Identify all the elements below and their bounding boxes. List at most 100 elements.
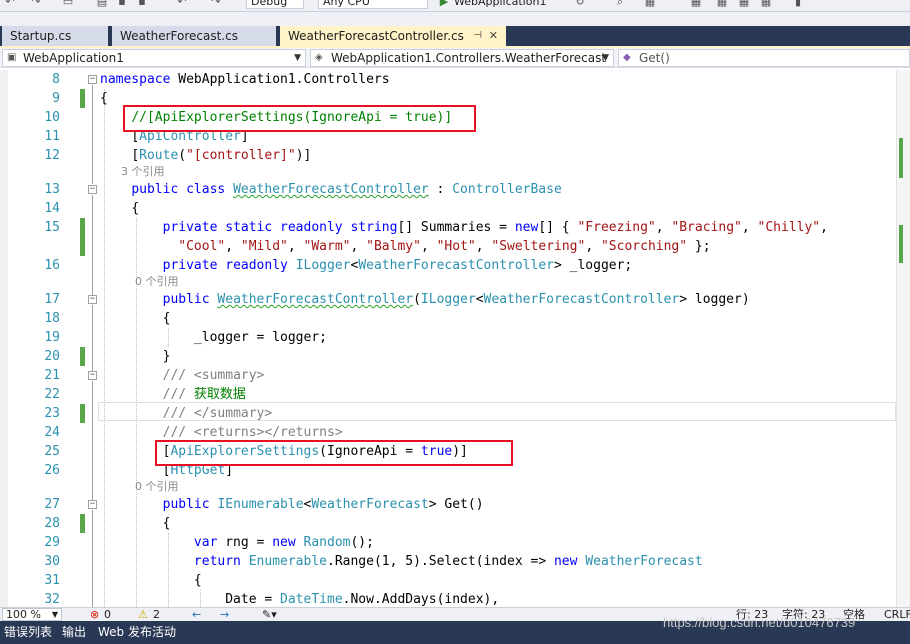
arrow-right-icon[interactable]: →: [220, 608, 229, 621]
member-name: Get(): [639, 51, 670, 65]
code-line: return Enumerable.Range(1, 5).Select(ind…: [193, 554, 703, 569]
line-number: 24: [44, 425, 60, 440]
fold-toggle[interactable]: −: [88, 185, 97, 194]
warning-count[interactable]: 2: [153, 608, 160, 621]
line-number: 9: [52, 91, 60, 106]
tab-weatherforecastcontroller[interactable]: WeatherForecastController.cs ⊣ ✕: [280, 26, 506, 46]
warning-icon[interactable]: ⚠: [138, 608, 148, 621]
change-marker: [80, 514, 85, 533]
toolbar-icon-a[interactable]: ▦: [644, 0, 656, 9]
code-line: /// <summary>: [162, 368, 265, 383]
arrow-left-icon[interactable]: ←: [192, 608, 201, 621]
platform-dropdown[interactable]: Any CPU: [318, 0, 428, 9]
code-line: public class WeatherForecastController :…: [131, 182, 562, 197]
run-icon[interactable]: ▶: [438, 0, 450, 9]
change-marker: [80, 404, 85, 423]
codelens-references[interactable]: 0 个引用: [100, 480, 179, 494]
fold-line: [92, 85, 93, 184]
fold-line: [92, 510, 93, 607]
code-line: _logger = logger;: [193, 330, 327, 345]
tab-weatherforecast[interactable]: WeatherForecast.cs: [112, 26, 276, 46]
find-icon[interactable]: ⌕: [614, 0, 626, 9]
line-number: 12: [44, 148, 60, 163]
scroll-change-marker: [899, 225, 903, 263]
refresh-icon[interactable]: ↻: [574, 0, 586, 9]
project-name: WebApplication1: [23, 51, 124, 65]
code-line: private readonly ILogger<WeatherForecast…: [162, 258, 633, 273]
fold-toggle[interactable]: −: [88, 295, 97, 304]
toolbar-icon-e[interactable]: ▦: [760, 0, 772, 9]
open-folder-icon[interactable]: ▤: [96, 0, 108, 9]
code-line: {: [162, 516, 171, 531]
new-item-icon[interactable]: ▭: [62, 0, 74, 9]
fold-toggle[interactable]: −: [88, 371, 97, 380]
line-number: 26: [44, 463, 60, 478]
fold-line: [92, 381, 93, 500]
error-icon[interactable]: ⊗: [90, 608, 99, 621]
undo-icon[interactable]: ↶: [4, 0, 16, 9]
close-icon[interactable]: ✕: [489, 26, 498, 46]
redo-icon[interactable]: ↷: [30, 0, 42, 9]
project-dropdown[interactable]: ▣ WebApplication1 ▼: [2, 49, 306, 67]
save-icon[interactable]: ▪: [116, 0, 128, 9]
highlight-box-commented-attribute: [123, 105, 476, 132]
error-count[interactable]: 0: [104, 608, 111, 621]
code-line: {: [162, 311, 171, 326]
code-line: "Cool", "Mild", "Warm", "Balmy", "Hot", …: [178, 239, 711, 254]
line-number: 21: [44, 368, 60, 383]
line-ending[interactable]: CRLF: [884, 608, 910, 621]
class-icon: ◈: [315, 52, 323, 63]
code-line: {: [193, 573, 202, 588]
code-line: public IEnumerable<WeatherForecast> Get(…: [162, 497, 484, 512]
vertical-scrollbar[interactable]: [896, 70, 910, 607]
document-tab-bar: Startup.cs WeatherForecast.cs WeatherFor…: [0, 26, 910, 46]
configuration-dropdown[interactable]: Debug: [246, 0, 304, 9]
line-number: 32: [44, 592, 60, 607]
type-dropdown[interactable]: ◈ WebApplication1.Controllers.WeatherFor…: [310, 49, 614, 67]
tab-error-list[interactable]: 错误列表: [4, 621, 52, 644]
code-line: var rng = new Random();: [193, 535, 374, 550]
code-editor[interactable]: 8 9 10 11 12 13 14 15 16 17 18 19 20 21 …: [0, 70, 910, 607]
main-toolbar: ↶ ↷ ▭ ▤ ▪ ▪ ↶ ↷ Debug Any CPU ▶ WebAppli…: [0, 0, 910, 12]
bookmark-icon[interactable]: ▮: [792, 0, 804, 9]
fold-line: [92, 305, 93, 371]
code-line: public WeatherForecastController(ILogger…: [162, 292, 750, 307]
tab-output[interactable]: 输出: [62, 621, 86, 644]
tab-startup[interactable]: Startup.cs: [2, 26, 108, 46]
redo-toolbar-icon[interactable]: ↷: [210, 0, 222, 9]
change-marker: [80, 347, 85, 366]
tab-web-publish-activity[interactable]: Web 发布活动: [98, 621, 176, 644]
tab-label: WeatherForecastController.cs: [288, 29, 464, 43]
line-number: 27: [44, 497, 60, 512]
line-number: 31: [44, 573, 60, 588]
fold-toggle[interactable]: −: [88, 500, 97, 509]
member-dropdown[interactable]: ◆ Get(): [618, 49, 910, 67]
fold-line: [92, 195, 93, 298]
pin-icon[interactable]: ⊣: [473, 26, 482, 46]
codelens-references[interactable]: 3 个引用: [100, 165, 165, 179]
toolbar-icon-c[interactable]: ▦: [716, 0, 728, 9]
chevron-down-icon: ▼: [602, 53, 609, 63]
code-line: /// 获取数据: [162, 387, 246, 402]
brush-icon[interactable]: ✎▾: [262, 608, 277, 621]
save-all-icon[interactable]: ▪: [136, 0, 148, 9]
code-line: namespace WebApplication1.Controllers: [100, 72, 390, 87]
code-line: Date = DateTime.Now.AddDays(index),: [225, 592, 500, 607]
zoom-dropdown[interactable]: 100 % ▼: [2, 608, 62, 621]
line-number: 11: [44, 129, 60, 144]
line-number: 20: [44, 349, 60, 364]
toolbar-icon-d[interactable]: ▦: [738, 0, 750, 9]
line-number: 19: [44, 330, 60, 345]
method-icon: ◆: [623, 52, 631, 63]
toolbar-icon-b[interactable]: ▦: [690, 0, 702, 9]
scroll-change-marker: [899, 138, 903, 178]
run-target-button[interactable]: WebApplication1: [454, 0, 546, 10]
line-number: 10: [44, 110, 60, 125]
codelens-references[interactable]: 0 个引用: [100, 275, 179, 289]
line-number: 8: [52, 72, 60, 87]
change-marker: [80, 218, 85, 256]
fold-toggle[interactable]: −: [88, 75, 97, 84]
undo-toolbar-icon[interactable]: ↶: [176, 0, 188, 9]
code-line: [Route("[controller]")]: [131, 148, 312, 163]
line-number: 14: [44, 201, 60, 216]
